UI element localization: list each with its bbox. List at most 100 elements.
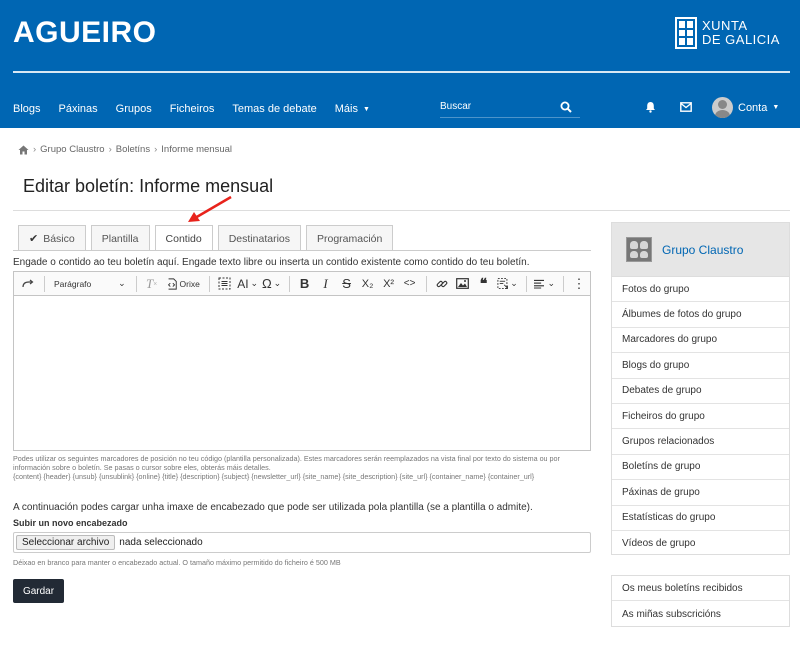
group-sidebar: Grupo Claustro Fotos do grupo Álbumes de… — [611, 222, 790, 555]
nav-item-blogs[interactable]: Blogs — [13, 103, 41, 115]
image-icon[interactable] — [453, 274, 473, 294]
group-avatar-icon[interactable] — [626, 237, 652, 262]
header-divider — [13, 71, 790, 73]
check-icon: ✔ — [29, 233, 39, 245]
tab-basic-label: Básico — [43, 232, 75, 245]
paragraph-select[interactable]: Parágrafo ⌄ — [50, 274, 130, 294]
xunta-emblem-icon — [675, 17, 697, 49]
breadcrumb-item-newsletters[interactable]: Boletíns — [116, 144, 150, 155]
annotation-arrow-icon — [188, 195, 232, 222]
breadcrumb-separator: › — [108, 144, 112, 155]
sidebar-item-files[interactable]: Ficheiros do grupo — [612, 404, 789, 430]
sidebar-item-discussions[interactable]: Debates de grupo — [612, 379, 789, 404]
group-header: Grupo Claustro — [612, 223, 789, 277]
placeholder-help-text: Podes utilizar os seguintes marcadores d… — [13, 454, 560, 472]
insert-content-icon[interactable]: ⌄ — [495, 274, 520, 294]
breadcrumb-separator: › — [33, 144, 37, 155]
tab-basic[interactable]: ✔ Básico — [18, 225, 86, 251]
toolbar-separator — [525, 275, 527, 292]
nav-more-label: Máis — [334, 103, 358, 115]
bell-icon[interactable] — [645, 101, 656, 113]
strikethrough-icon[interactable]: S — [337, 274, 357, 294]
search-icon[interactable] — [560, 101, 572, 113]
font-size-icon[interactable]: AI ⌄ — [236, 274, 260, 294]
tab-recipients[interactable]: Destinatarios — [217, 225, 301, 251]
sidebar-item-bookmarks[interactable]: Marcadores do grupo — [612, 328, 789, 354]
nav-item-discussions[interactable]: Temas de debate — [232, 103, 316, 115]
special-characters-icon[interactable]: Ω ⌄ — [260, 274, 282, 294]
sidebar-item-blogs[interactable]: Blogs do grupo — [612, 353, 789, 379]
search-input[interactable] — [440, 101, 555, 112]
sidebar-item-received-newsletters[interactable]: Os meus boletíns recibidos — [612, 576, 789, 602]
blockquote-icon[interactable]: ❝ — [474, 274, 494, 294]
upload-intro: A continuación podes cargar unha imaxe d… — [13, 502, 533, 513]
header-file-input[interactable]: Seleccionar archivo nada seleccionado — [13, 532, 591, 553]
sidebar-item-newsletters[interactable]: Boletíns de grupo — [612, 455, 789, 481]
placeholder-item: {content} — [13, 472, 44, 481]
bold-icon[interactable]: B — [295, 274, 315, 294]
placeholder-item: {newsletter_url} — [251, 472, 303, 481]
nav-item-files[interactable]: Ficheiros — [170, 103, 215, 115]
tab-template[interactable]: Plantilla — [90, 225, 150, 251]
placeholder-list: {content} {header} {unsub} {unsublink} {… — [13, 472, 591, 481]
sidebar-item-photo-albums[interactable]: Álbumes de fotos do grupo — [612, 302, 789, 328]
sidebar-item-videos[interactable]: Vídeos de grupo — [612, 531, 789, 556]
nav-item-pages[interactable]: Páxinas — [59, 103, 98, 115]
placeholder-item: {site_name} — [302, 472, 343, 481]
save-button[interactable]: Gardar — [13, 579, 64, 603]
main-nav: Blogs Páxinas Grupos Ficheiros Temas de … — [13, 97, 388, 121]
toolbar-separator — [44, 275, 45, 292]
editor-content-area[interactable] — [14, 296, 590, 450]
avatar — [712, 97, 733, 118]
sidebar-item-statistics[interactable]: Estatísticas do grupo — [612, 506, 789, 531]
placeholder-item: {site_url} — [399, 472, 430, 481]
placeholder-help: Podes utilizar os seguintes marcadores d… — [13, 454, 591, 481]
nav-item-groups[interactable]: Grupos — [116, 103, 152, 115]
more-options-icon[interactable]: ⋮ — [569, 274, 589, 294]
tab-schedule[interactable]: Programación — [306, 225, 394, 251]
sidebar-item-group-photos[interactable]: Fotos do grupo — [612, 277, 789, 303]
redo-icon[interactable] — [18, 274, 38, 294]
xunta-logo[interactable]: XUNTA DE GALICIA — [675, 17, 780, 49]
tab-bar: ✔ Básico Plantilla Contido Destinatarios… — [18, 225, 398, 251]
site-title[interactable]: AGUEIRO — [13, 16, 157, 50]
breadcrumb-item-group[interactable]: Grupo Claustro — [40, 144, 104, 155]
breadcrumb-item-current: Informe mensual — [161, 144, 233, 155]
chevron-down-icon: ⌄ — [118, 278, 126, 288]
site-header: AGUEIRO XUNTA DE GALICIA Blogs Páxinas G… — [0, 0, 800, 128]
placeholder-item: {online} — [136, 472, 163, 481]
sidebar-item-related-groups[interactable]: Grupos relacionados — [612, 429, 789, 455]
sidebar-item-subscriptions[interactable]: As miñas subscricións — [612, 601, 789, 626]
search-box — [440, 96, 580, 118]
placeholder-item: {subject} — [221, 472, 252, 481]
placeholder-item: {title} — [162, 472, 181, 481]
page-title: Editar boletín: Informe mensual — [23, 176, 274, 196]
user-menu-label: Conta — [738, 101, 768, 114]
subscript-icon[interactable]: X₂ — [358, 274, 378, 294]
placeholder-item: {unsublink} — [98, 472, 137, 481]
choose-file-button[interactable]: Seleccionar archivo — [16, 535, 116, 550]
code-icon[interactable]: <> — [400, 274, 420, 294]
placeholder-item: {site_description} — [342, 472, 400, 481]
user-menu[interactable]: Conta ▼ — [712, 97, 779, 118]
show-blocks-icon[interactable] — [215, 274, 235, 294]
sidebar-item-pages[interactable]: Páxinas de grupo — [612, 480, 789, 506]
link-icon[interactable] — [432, 274, 452, 294]
newsletter-sidebar: Os meus boletíns recibidos As miñas subs… — [611, 575, 790, 627]
superscript-icon[interactable]: X² — [379, 274, 399, 294]
toolbar-separator — [288, 275, 290, 292]
logo-line-1: XUNTA — [702, 18, 748, 33]
home-icon[interactable] — [18, 145, 29, 155]
align-icon[interactable]: ⌄ — [532, 274, 557, 294]
tab-content[interactable]: Contido — [154, 225, 213, 251]
placeholder-item: {unsub} — [72, 472, 99, 481]
placeholder-item: {header} — [43, 472, 73, 481]
group-name-link[interactable]: Grupo Claustro — [662, 243, 743, 257]
placeholder-item: {description} — [180, 472, 222, 481]
chevron-down-icon: ▼ — [772, 104, 780, 111]
italic-icon[interactable]: I — [316, 274, 336, 294]
nav-item-more[interactable]: Máis ▼ — [335, 103, 370, 115]
mail-icon[interactable] — [680, 102, 692, 112]
clear-format-icon[interactable]: T × — [142, 274, 162, 294]
source-button[interactable]: Orixe — [163, 274, 203, 294]
